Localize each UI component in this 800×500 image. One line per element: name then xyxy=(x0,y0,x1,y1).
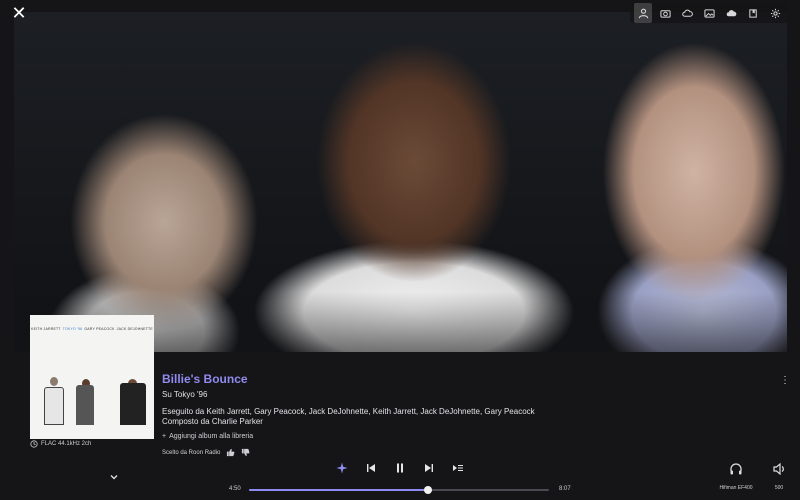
skip-back-icon xyxy=(367,464,375,472)
plus-icon: + xyxy=(162,433,167,440)
performed-prefix: Eseguito da xyxy=(162,407,205,416)
previous-button[interactable] xyxy=(365,462,377,474)
cloud-alt-view-button[interactable] xyxy=(722,3,740,23)
cover-figure xyxy=(120,383,146,425)
cloud-icon xyxy=(681,8,693,19)
device-name: Hifiman EF400 xyxy=(719,485,753,491)
pause-button[interactable] xyxy=(394,462,406,474)
composed-prefix: Composto da xyxy=(162,417,210,426)
track-info: Billie's Bounce Su Tokyo '96 Eseguito da… xyxy=(162,372,535,457)
camera-icon xyxy=(659,8,671,19)
volume-button[interactable]: 500 xyxy=(764,462,794,491)
add-to-library-label: Aggiungi album alla libreria xyxy=(169,433,254,440)
album-prefix: Su xyxy=(162,390,172,399)
cover-figure xyxy=(44,387,64,425)
performers-line: Eseguito da Keith Jarrett, Gary Peacock,… xyxy=(162,407,535,417)
collapse-button[interactable] xyxy=(108,470,120,482)
close-icon: ✕ xyxy=(11,3,27,23)
cloud-view-button[interactable] xyxy=(678,3,696,23)
total-time: 8:07 xyxy=(559,486,571,492)
artist-image xyxy=(14,12,787,352)
thumbs-up-icon[interactable] xyxy=(226,448,235,457)
output-device-button[interactable]: Hifiman EF400 xyxy=(716,462,756,491)
album-link[interactable]: Tokyo '96 xyxy=(174,390,208,399)
next-button[interactable] xyxy=(423,462,435,474)
cover-name: TOKYO '96 xyxy=(62,327,83,331)
person-icon xyxy=(638,8,649,19)
person-view-button[interactable] xyxy=(634,3,652,23)
thumbs-down-icon[interactable] xyxy=(241,448,250,457)
credits: Eseguito da Keith Jarrett, Gary Peacock,… xyxy=(162,407,535,427)
radio-button[interactable] xyxy=(336,462,348,474)
pause-icon xyxy=(397,463,403,473)
more-options-button[interactable]: ⋮ xyxy=(780,376,790,386)
elapsed-time: 4:50 xyxy=(229,486,241,492)
format-info[interactable]: FLAC 44.1kHz 2ch xyxy=(30,440,91,448)
camera-view-button[interactable] xyxy=(656,3,674,23)
radio-line: Scelto da Roon Radio xyxy=(162,448,535,457)
photo-view-button[interactable] xyxy=(700,3,718,23)
queue-button[interactable] xyxy=(452,462,464,474)
format-label: FLAC 44.1kHz 2ch xyxy=(41,441,92,447)
cover-figure-head xyxy=(50,377,58,386)
book-view-button[interactable] xyxy=(744,3,762,23)
gear-view-button[interactable] xyxy=(766,3,784,23)
radio-label: Scelto da Roon Radio xyxy=(162,449,221,456)
more-vertical-icon: ⋮ xyxy=(780,375,790,386)
add-to-library-button[interactable]: + Aggiungi album alla libreria xyxy=(162,433,535,440)
cover-name: JACK DEJOHNETTE xyxy=(116,327,153,331)
seek-bar[interactable] xyxy=(249,486,549,494)
cover-name: KEITH JARRETT xyxy=(31,327,61,331)
seek-bar-fill xyxy=(249,489,428,491)
signal-path-icon xyxy=(30,440,38,448)
headphones-icon xyxy=(730,463,742,475)
close-button[interactable]: ✕ xyxy=(10,4,28,22)
chevron-down-icon xyxy=(110,475,118,480)
book-icon xyxy=(748,8,759,19)
transport-controls xyxy=(336,462,464,474)
gear-icon xyxy=(770,8,781,19)
view-toolbar xyxy=(630,3,788,23)
composer-line: Composto da Charlie Parker xyxy=(162,417,535,427)
cloud-alt-icon xyxy=(726,8,737,19)
volume-level: 500 xyxy=(774,485,784,491)
composer-link[interactable]: Charlie Parker xyxy=(212,417,263,426)
seek-bar-handle[interactable] xyxy=(423,486,432,494)
speaker-icon xyxy=(773,462,784,476)
photo-icon xyxy=(703,8,715,19)
cover-figure xyxy=(76,385,94,425)
track-title[interactable]: Billie's Bounce xyxy=(162,372,535,386)
cover-names: KEITH JARRETT TOKYO '96 GARY PEACOCK JAC… xyxy=(30,327,154,331)
cover-name: GARY PEACOCK xyxy=(84,327,115,331)
skip-forward-icon xyxy=(425,464,433,472)
album-cover[interactable]: KEITH JARRETT TOKYO '96 GARY PEACOCK JAC… xyxy=(30,315,154,439)
performers-link[interactable]: Keith Jarrett, Gary Peacock, Jack DeJohn… xyxy=(207,407,535,416)
album-line: Su Tokyo '96 xyxy=(162,390,535,399)
radio-spark-icon xyxy=(336,462,348,474)
queue-icon xyxy=(453,465,463,471)
